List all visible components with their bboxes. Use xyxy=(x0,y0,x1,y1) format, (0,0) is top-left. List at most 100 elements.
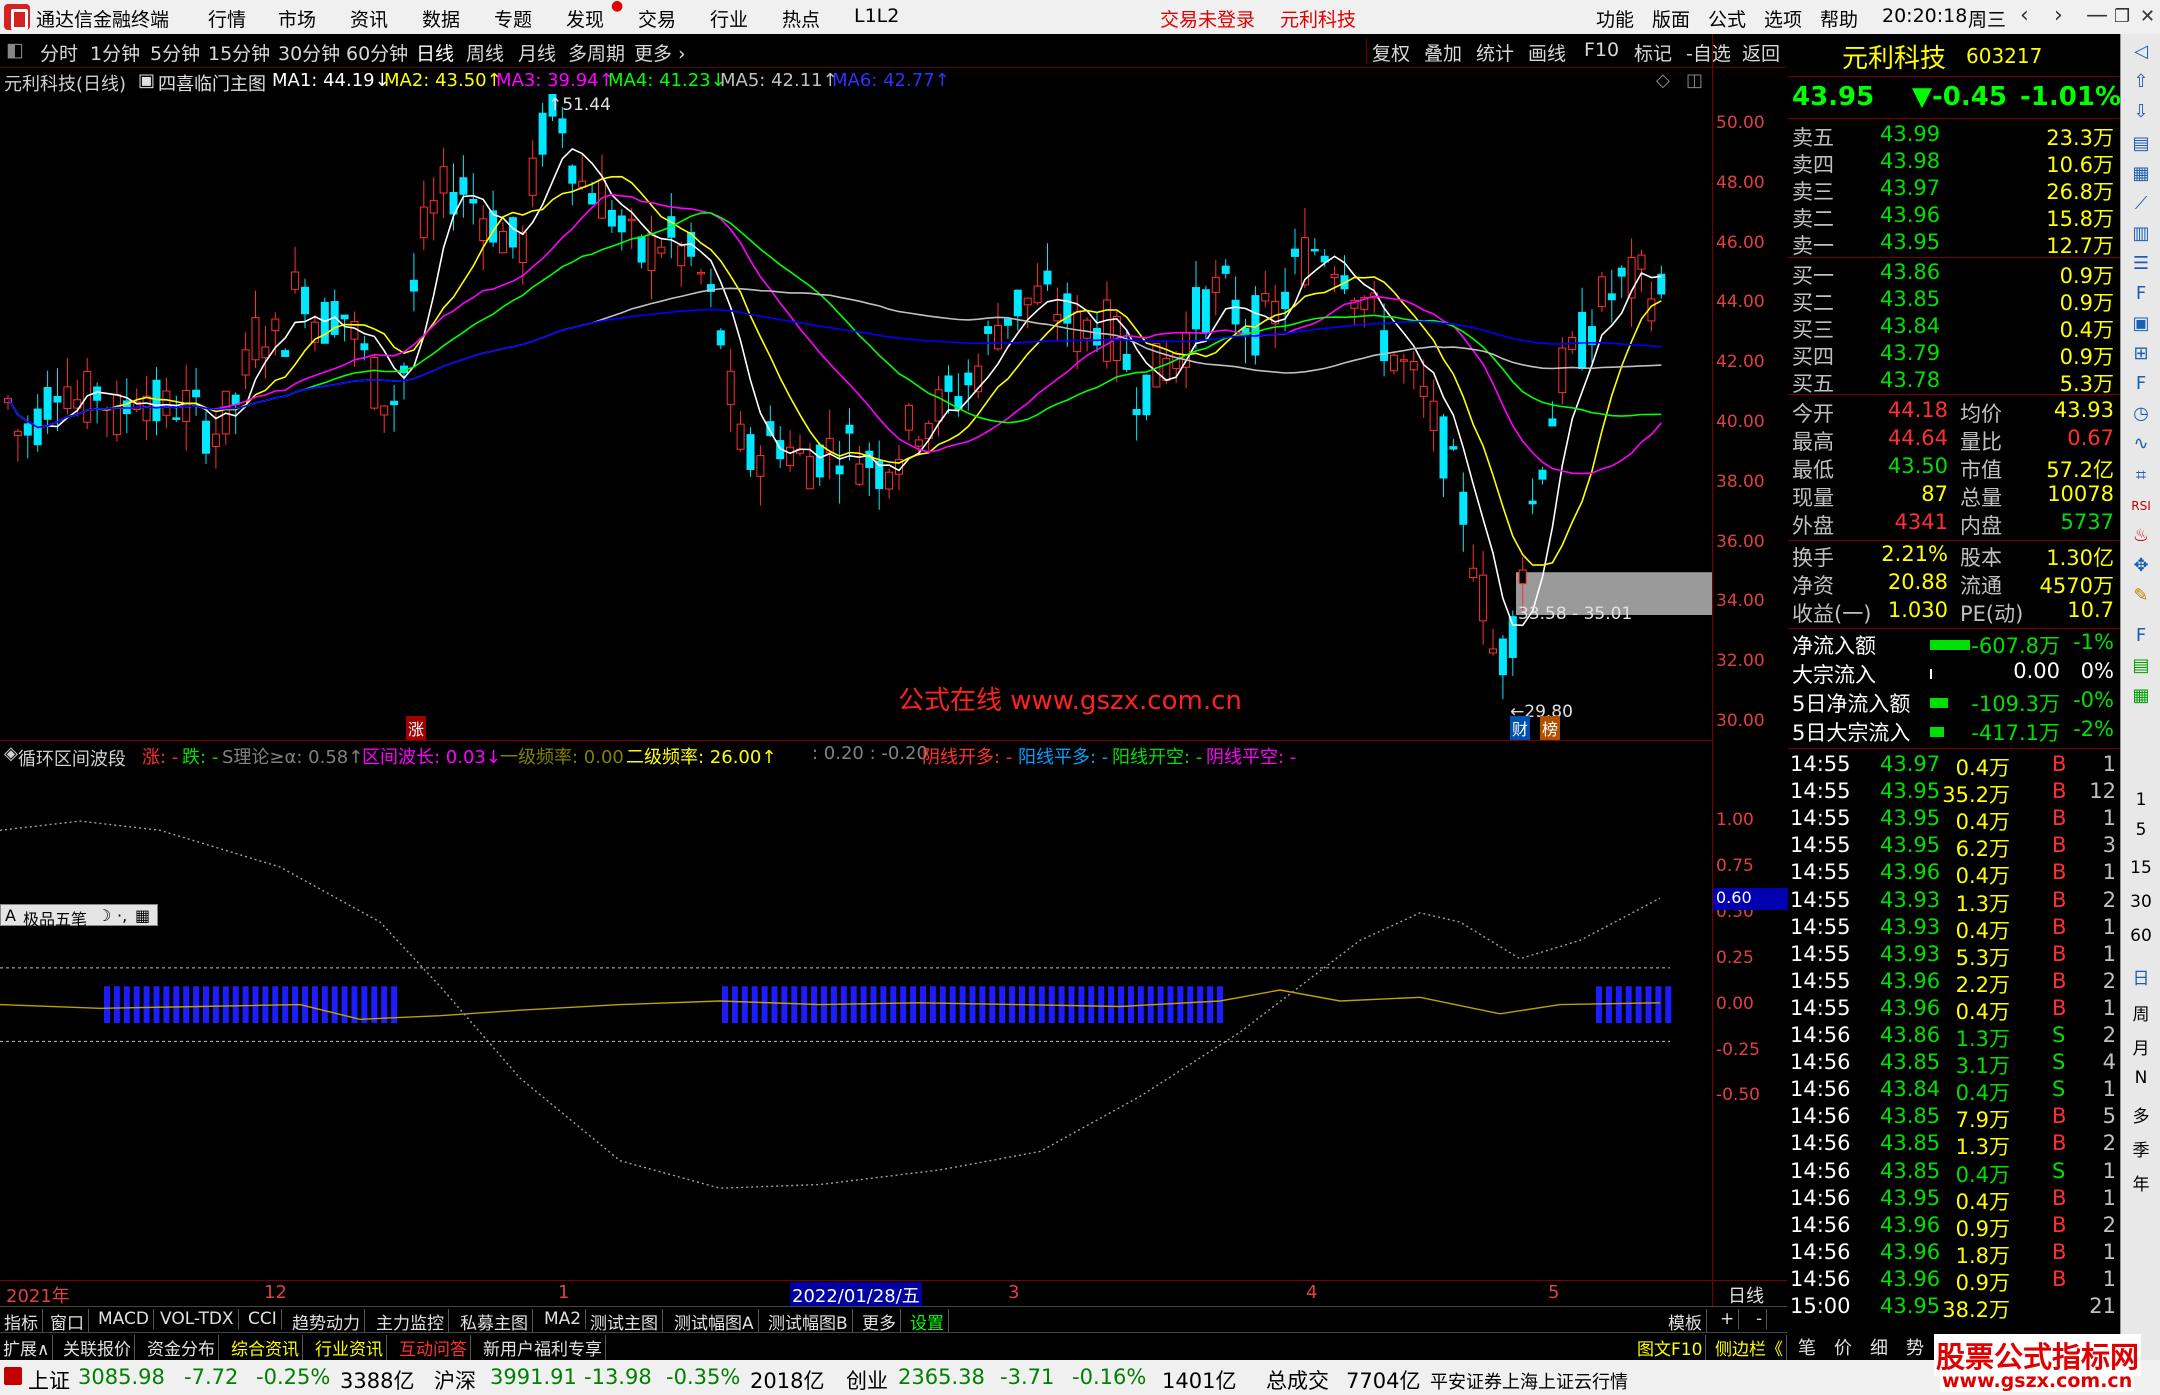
tab-indicator[interactable]: 指标 xyxy=(0,1309,43,1334)
period-1[interactable]: 1 xyxy=(2121,790,2160,810)
minimize-icon[interactable]: — xyxy=(2086,3,2108,28)
ranking-tag[interactable]: 榜 xyxy=(1540,716,1561,740)
period-n-side[interactable]: N xyxy=(2121,1068,2160,1088)
ime-punct-icon[interactable]: ·, xyxy=(117,906,127,925)
btn-huaxian[interactable]: 画线 xyxy=(1528,39,1566,66)
ime-label[interactable]: 极品五笔 xyxy=(23,906,87,930)
btn-f10[interactable]: F10 xyxy=(1584,39,1619,61)
tab-private-main[interactable]: 私募主图 xyxy=(456,1309,533,1334)
news-icon[interactable]: ▤ xyxy=(2129,132,2153,156)
pen-icon[interactable]: ✎ xyxy=(2129,584,2153,608)
ext-fund-dist[interactable]: 资金分布 xyxy=(144,1335,219,1360)
period-fenshi[interactable]: 分时 xyxy=(40,39,78,66)
tab-main-monitor[interactable]: 主力监控 xyxy=(372,1309,449,1334)
ext-new-user[interactable]: 新用户福利专享 xyxy=(480,1335,606,1360)
btn-diejia[interactable]: 叠加 xyxy=(1424,39,1462,66)
mesh-icon[interactable]: ⌗ xyxy=(2129,464,2153,488)
period-multi-side[interactable]: 多 xyxy=(2121,1102,2160,1127)
back-icon[interactable]: ‹ xyxy=(2020,3,2029,28)
tab-xi[interactable]: 细 xyxy=(1870,1334,1888,1360)
period-15[interactable]: 15 xyxy=(2121,858,2160,878)
menu-jiaoyi[interactable]: 交易 xyxy=(638,5,676,32)
period-week-side[interactable]: 周 xyxy=(2121,1000,2160,1025)
tab-ma2[interactable]: MA2 xyxy=(540,1309,587,1329)
period-multi[interactable]: 多周期 xyxy=(568,39,625,66)
ime-a-icon[interactable]: A xyxy=(5,906,16,925)
period-month-side[interactable]: 月 xyxy=(2121,1034,2160,1059)
period-60[interactable]: 60 xyxy=(2121,926,2160,946)
tab-test-main[interactable]: 测试主图 xyxy=(586,1309,663,1334)
grid-icon[interactable]: ⊞ xyxy=(2129,342,2153,366)
tab-test-sub-b[interactable]: 测试幅图B xyxy=(764,1309,853,1334)
oscillator-chart[interactable] xyxy=(0,766,1712,1280)
ime-keyboard-icon[interactable]: ▦ xyxy=(135,906,150,925)
finance-tag[interactable]: 财 xyxy=(1510,716,1531,740)
ext-sidebar[interactable]: 侧边栏《 xyxy=(1712,1335,1787,1360)
menu-redian[interactable]: 热点 xyxy=(782,5,820,32)
doc-icon[interactable]: ▣ xyxy=(2129,312,2153,336)
period-day-side[interactable]: 日 xyxy=(2121,964,2160,989)
period-30min[interactable]: 30分钟 xyxy=(278,39,340,66)
period-60min[interactable]: 60分钟 xyxy=(346,39,408,66)
menu-faxian[interactable]: 发现 xyxy=(566,5,604,32)
period-15min[interactable]: 15分钟 xyxy=(208,39,270,66)
ext-expand[interactable]: 扩展∧ xyxy=(0,1335,54,1360)
trade-status[interactable]: 交易未登录 xyxy=(1160,5,1255,32)
ext-general-news[interactable]: 综合资讯 xyxy=(228,1335,303,1360)
btn-biaoji[interactable]: 标记 xyxy=(1634,39,1672,66)
menu-hangye[interactable]: 行业 xyxy=(710,5,748,32)
line-chart-icon[interactable]: ⟋ xyxy=(2129,192,2153,216)
period-week[interactable]: 周线 xyxy=(466,39,504,66)
move-icon[interactable]: ✥ xyxy=(2129,554,2153,578)
menu-zhuanti[interactable]: 专题 xyxy=(494,5,532,32)
menu-l1l2[interactable]: L1L2 xyxy=(854,5,899,27)
menu-shichang[interactable]: 市场 xyxy=(278,5,316,32)
hs-label[interactable]: 沪深 xyxy=(434,1365,476,1395)
menu-hangqing[interactable]: 行情 xyxy=(208,5,246,32)
forward-icon[interactable]: › xyxy=(2054,3,2063,28)
period-year-side[interactable]: 年 xyxy=(2121,1170,2160,1195)
limit-up-tag[interactable]: 涨 xyxy=(406,716,427,740)
rsi-icon[interactable]: RSI xyxy=(2129,494,2153,518)
candle-icon[interactable]: ▥ xyxy=(2129,222,2153,246)
menu-xuanxiang[interactable]: 选项 xyxy=(1764,5,1802,32)
period-30[interactable]: 30 xyxy=(2121,892,2160,912)
f10-icon[interactable]: F xyxy=(2129,282,2153,306)
btn-template[interactable]: 模板 xyxy=(1664,1309,1707,1334)
btn-remove-favorite[interactable]: -自选 xyxy=(1686,39,1731,66)
green-grid-icon[interactable]: ▦ xyxy=(2129,684,2153,708)
diamond-icon[interactable]: ◇ xyxy=(1656,70,1670,91)
tab-cci[interactable]: CCI xyxy=(244,1309,282,1329)
ime-moon-icon[interactable]: ☽ xyxy=(97,906,111,925)
tab-vol-tdx[interactable]: VOL-TDX xyxy=(156,1309,239,1329)
period-more[interactable]: 更多 › xyxy=(634,39,686,66)
ime-toolbar[interactable]: A 极品五笔 ☽ ·, ▦ xyxy=(0,904,158,929)
menu-gongshi[interactable]: 公式 xyxy=(1708,5,1746,32)
tab-more[interactable]: 更多 xyxy=(858,1309,901,1334)
menu-gongneng[interactable]: 功能 xyxy=(1596,5,1634,32)
nav-down-icon[interactable]: ⇩ xyxy=(2129,100,2153,124)
period-day[interactable]: 日线 xyxy=(416,39,454,66)
period-5[interactable]: 5 xyxy=(2121,820,2160,840)
btn-return[interactable]: 返回 xyxy=(1742,39,1780,66)
period-month[interactable]: 月线 xyxy=(518,39,556,66)
btn-fuquan[interactable]: 复权 xyxy=(1372,39,1410,66)
chart-settings-icon[interactable]: ▣ xyxy=(138,70,155,91)
close-icon[interactable]: ✕ xyxy=(2140,6,2155,27)
btn-tongji[interactable]: 统计 xyxy=(1476,39,1514,66)
tab-macd[interactable]: MACD xyxy=(94,1309,154,1329)
cy-label[interactable]: 创业 xyxy=(846,1365,888,1395)
tab-trend-power[interactable]: 趋势动力 xyxy=(288,1309,365,1334)
period-1min[interactable]: 1分钟 xyxy=(90,39,140,66)
nav-left-icon[interactable]: ◁ xyxy=(2129,40,2153,64)
tab-window[interactable]: 窗口 xyxy=(46,1309,89,1334)
wave-icon[interactable]: ∿ xyxy=(2129,432,2153,456)
sh-label[interactable]: 上证 xyxy=(28,1365,70,1395)
tab-bi[interactable]: 笔 xyxy=(1798,1334,1816,1360)
fs2-icon[interactable]: F xyxy=(2129,624,2153,648)
tab-settings[interactable]: 设置 xyxy=(906,1309,949,1334)
maximize-icon[interactable]: ❐ xyxy=(2114,6,2130,27)
green-doc-icon[interactable]: ▤ xyxy=(2129,654,2153,678)
btn-remove[interactable]: - xyxy=(1752,1309,1768,1329)
menu-bangzhu[interactable]: 帮助 xyxy=(1820,5,1858,32)
